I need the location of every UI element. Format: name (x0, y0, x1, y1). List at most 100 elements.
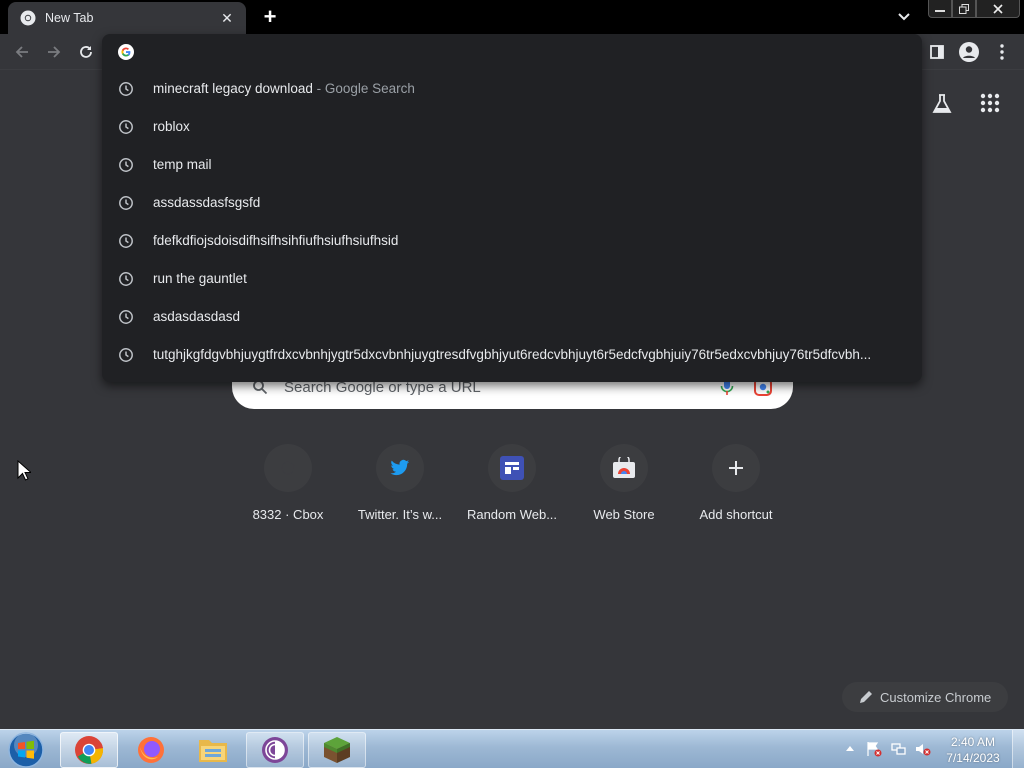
system-clock[interactable]: 2:40 AM 7/14/2023 (938, 734, 1008, 766)
back-arrow-icon (15, 46, 28, 58)
tab-search-button[interactable] (894, 8, 914, 26)
omnibox-row (102, 34, 922, 70)
history-clock-icon (119, 120, 133, 134)
suggestion-source: - Google Search (312, 81, 415, 96)
globe-icon (281, 461, 295, 475)
suggestion-text: assdassdasfsgsfd (153, 195, 261, 210)
show-desktop-button[interactable] (1012, 730, 1024, 768)
web-store-icon (613, 457, 635, 478)
chrome-icon (20, 10, 36, 26)
show-hidden-icons-icon[interactable] (845, 744, 855, 752)
shortcut-label: 8332 · Cbox (252, 507, 324, 522)
more-vert-icon (1000, 44, 1004, 60)
suggestion-text: temp mail (153, 157, 212, 172)
file-explorer-icon (199, 740, 227, 762)
shortcut-tile (712, 444, 760, 492)
history-clock-icon (119, 310, 133, 324)
plus-icon (729, 461, 743, 475)
history-clock-icon (119, 234, 133, 248)
suggestion-text: run the gauntlet (153, 271, 247, 286)
suggestion-text: roblox (153, 119, 190, 134)
shortcut-tile (488, 444, 536, 492)
omnibox-suggestion[interactable]: fdefkdfiojsdoisdifhsifhsihfiufhsiufhsiuf… (102, 222, 922, 260)
close-icon (993, 3, 1003, 14)
omnibox-dropdown: minecraft legacy download - Google Searc… (102, 34, 922, 382)
suggestion-text: asdasdasdasd (153, 309, 241, 324)
taskbar-tor-browser[interactable] (246, 732, 304, 768)
history-clock-icon (119, 158, 133, 172)
back-button[interactable] (10, 40, 34, 64)
customize-chrome-button[interactable]: Customize Chrome (842, 682, 1008, 712)
restore-icon (959, 3, 969, 14)
shortcut-web-store[interactable]: Web Store (568, 442, 680, 534)
side-panel-icon (930, 45, 944, 59)
reload-icon (80, 46, 92, 58)
shortcut-label: Web Store (593, 507, 655, 522)
twitter-bird-icon (390, 459, 410, 476)
omnibox-suggestion[interactable]: minecraft legacy download - Google Searc… (102, 70, 922, 108)
close-window-button[interactable] (976, 0, 1020, 18)
action-center-flag-icon[interactable] (866, 741, 882, 757)
shortcut-twitter[interactable]: Twitter. It’s w... (344, 442, 456, 534)
clock-date: 7/14/2023 (946, 751, 1000, 765)
taskbar-minecraft[interactable] (308, 732, 366, 768)
network-icon[interactable] (891, 741, 907, 757)
suggestion-text: minecraft legacy download - Google Searc… (153, 81, 415, 96)
suggestion-query: minecraft legacy download (153, 81, 313, 96)
omnibox-suggestion[interactable]: run the gauntlet (102, 260, 922, 298)
profile-button[interactable] (957, 40, 981, 64)
minimize-icon (935, 9, 945, 12)
omnibox-suggestion[interactable]: tutghjkgfdgvbhjuygtfrdxcvbnhjygtr5dxcvbn… (102, 336, 922, 374)
clock-time: 2:40 AM (950, 735, 996, 749)
forward-button[interactable] (42, 40, 66, 64)
shortcut-tile (600, 444, 648, 492)
chevron-down-icon (898, 13, 910, 21)
windows-start-icon[interactable] (6, 731, 46, 768)
menu-button[interactable] (990, 40, 1014, 64)
shortcut-label: Add shortcut (699, 507, 773, 522)
chrome-icon (75, 736, 104, 764)
mouse-cursor-icon (17, 460, 31, 481)
tab-title: New Tab (45, 11, 94, 25)
shortcut-tile (264, 444, 312, 492)
shortcut-tile (376, 444, 424, 492)
google-g-icon (118, 44, 134, 60)
shortcut-label: Random Web... (466, 507, 558, 522)
tab-new-tab[interactable]: New Tab ✕ (8, 2, 246, 34)
side-panel-button[interactable] (925, 40, 949, 64)
minecraft-icon (324, 737, 350, 763)
profile-icon (959, 42, 979, 62)
suggestion-text: tutghjkgfdgvbhjuygtfrdxcvbnhjygtr5dxcvbn… (153, 347, 872, 362)
firefox-icon (138, 737, 164, 763)
customize-chrome-label: Customize Chrome (880, 689, 992, 705)
omnibox-suggestion[interactable]: asdasdasdasd (102, 298, 922, 336)
omnibox-suggestion[interactable]: roblox (102, 108, 922, 146)
volume-muted-icon[interactable] (915, 741, 931, 757)
shortcut-label: Twitter. It’s w... (357, 507, 443, 522)
tab-close-icon[interactable]: ✕ (218, 9, 236, 27)
forward-arrow-icon (48, 46, 61, 58)
taskbar-file-explorer[interactable] (184, 732, 242, 768)
taskbar-chrome[interactable] (60, 732, 118, 768)
restore-button[interactable] (952, 0, 976, 18)
omnibox-suggestion[interactable]: assdassdasfsgsfd (102, 184, 922, 222)
history-clock-icon (119, 82, 133, 96)
window-controls (928, 0, 1020, 18)
apps-grid-icon[interactable] (980, 93, 1000, 113)
history-clock-icon (119, 348, 133, 362)
tab-strip: New Tab ✕ + (0, 0, 1024, 34)
pencil-icon (860, 691, 872, 703)
suggestion-text: fdefkdfiojsdoisdifhsifhsihfiufhsiufhsiuf… (153, 233, 399, 248)
history-clock-icon (119, 196, 133, 210)
minimize-button[interactable] (928, 0, 952, 18)
shortcut-cbox[interactable]: 8332 · Cbox (232, 442, 344, 534)
labs-flask-icon[interactable] (930, 92, 954, 116)
omnibox-input[interactable] (146, 40, 906, 64)
reload-button[interactable] (74, 40, 98, 64)
add-shortcut-button[interactable]: Add shortcut (680, 442, 792, 534)
new-tab-button[interactable]: + (258, 4, 282, 29)
taskbar-firefox[interactable] (122, 732, 180, 768)
website-icon (500, 456, 524, 480)
shortcut-random-web[interactable]: Random Web... (456, 442, 568, 534)
omnibox-suggestion[interactable]: temp mail (102, 146, 922, 184)
